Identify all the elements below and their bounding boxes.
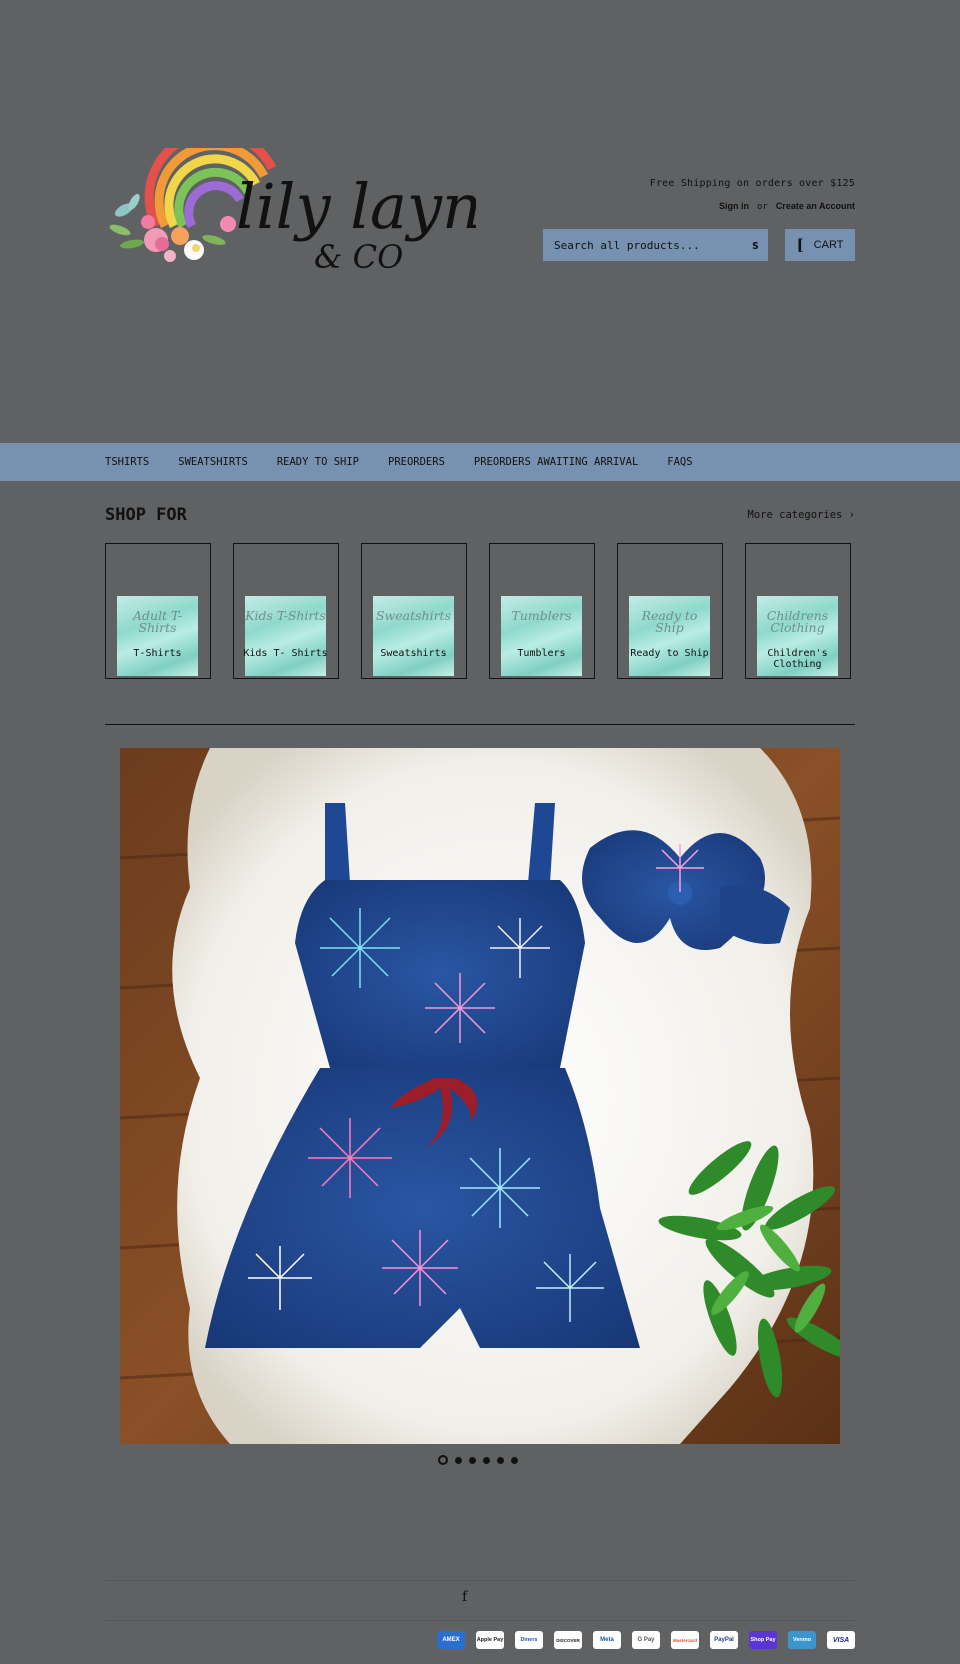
slideshow-dots	[438, 1455, 518, 1465]
category-image: Adult T-Shirts T-Shirts	[117, 596, 198, 676]
category-image: Childrens Clothing Children's Clothing	[757, 596, 838, 676]
category-image: Sweatshirts Sweatshirts	[373, 596, 454, 676]
brand-name: lily layne	[236, 170, 476, 243]
category-label: T-Shirts	[133, 648, 182, 659]
category-card-sweatshirts[interactable]: Sweatshirts Sweatshirts	[361, 543, 467, 679]
search-form: s	[543, 229, 768, 261]
category-image: Ready to Ship Ready to Ship	[629, 596, 710, 676]
venmo-icon: Venmo	[788, 1631, 816, 1649]
slide-dot[interactable]	[483, 1456, 490, 1464]
discover-icon: DISCOVER	[554, 1631, 582, 1649]
mastercard-icon: Mastercard	[671, 1631, 699, 1649]
slide-dot-active[interactable]	[438, 1455, 448, 1465]
category-image-text: Tumblers	[511, 608, 572, 623]
cart-icon: [	[796, 236, 804, 254]
slide-dot[interactable]	[511, 1456, 518, 1464]
category-card-kids-t-shirts[interactable]: Kids T-Shirts Kids T- Shirts	[233, 543, 339, 679]
category-label: Kids T- Shirts	[243, 648, 328, 659]
hero-slide-image[interactable]	[120, 748, 840, 1444]
create-account-link[interactable]: Create an Account	[776, 201, 855, 211]
footer-divider-top	[105, 1580, 855, 1581]
category-label: Sweatshirts	[380, 648, 447, 659]
category-label: Tumblers	[517, 648, 566, 659]
category-card-t-shirts[interactable]: Adult T-Shirts T-Shirts	[105, 543, 211, 679]
slide-dot[interactable]	[497, 1456, 504, 1464]
paypal-icon: PayPal	[710, 1631, 738, 1649]
category-image-text: Ready to Ship	[641, 608, 698, 635]
facebook-icon[interactable]: f	[462, 1589, 467, 1605]
nav-item-ready-to-ship[interactable]: READY TO SHIP	[277, 456, 359, 468]
brand-sub: & CO	[314, 238, 403, 276]
apple-pay-icon: Apple Pay	[476, 1631, 504, 1649]
category-grid: Adult T-Shirts T-Shirts Kids T-Shirts Ki…	[105, 543, 855, 679]
cart-button[interactable]: [ CART	[785, 229, 855, 261]
footer-divider-bottom	[105, 1620, 855, 1621]
search-input[interactable]	[552, 237, 736, 253]
category-image-text: Adult T-Shirts	[132, 608, 183, 635]
or-text: or	[756, 202, 768, 212]
nav-item-preorders[interactable]: PREORDERS	[388, 456, 445, 468]
header-account-area: Free Shipping on orders over $125 Sign i…	[650, 178, 855, 212]
category-label: Children's Clothing	[767, 648, 828, 670]
google-pay-icon: G Pay	[632, 1631, 660, 1649]
cart-label: CART	[813, 239, 844, 251]
nav-item-faqs[interactable]: FAQS	[667, 456, 692, 468]
search-button[interactable]: s	[752, 238, 759, 252]
nav-item-preorders-awaiting-arrival[interactable]: PREORDERS AWAITING ARRIVAL	[474, 456, 638, 468]
payment-icons: AMEX Apple Pay Diners DISCOVER Meta G Pa…	[437, 1631, 855, 1649]
category-card-childrens-clothing[interactable]: Childrens Clothing Children's Clothing	[745, 543, 851, 679]
slide-dot[interactable]	[469, 1456, 476, 1464]
nav-item-sweatshirts[interactable]: SWEATSHIRTS	[178, 456, 248, 468]
category-image-text: Kids T-Shirts	[245, 608, 326, 623]
account-links: Sign in or Create an Account	[650, 201, 855, 212]
slide-dot[interactable]	[455, 1456, 462, 1464]
meta-pay-icon: Meta	[593, 1631, 621, 1649]
main-nav: TSHIRTS SWEATSHIRTS READY TO SHIP PREORD…	[0, 443, 960, 481]
nav-item-tshirts[interactable]: TSHIRTS	[105, 456, 149, 468]
brand-logo[interactable]: lily layne & CO	[104, 127, 519, 278]
more-categories-link[interactable]: More categories ›	[748, 509, 855, 521]
category-card-ready-to-ship[interactable]: Ready to Ship Ready to Ship	[617, 543, 723, 679]
section-divider	[105, 724, 855, 725]
category-card-tumblers[interactable]: Tumblers Tumblers	[489, 543, 595, 679]
shop-for-title: SHOP FOR	[105, 505, 187, 525]
sign-in-link[interactable]: Sign in	[719, 201, 749, 211]
diners-club-icon: Diners	[515, 1631, 543, 1649]
free-shipping-banner: Free Shipping on orders over $125	[649, 178, 855, 189]
category-image: Kids T-Shirts Kids T- Shirts	[243, 596, 328, 676]
category-image: Tumblers Tumblers	[501, 596, 582, 676]
shop-pay-icon: Shop Pay	[749, 1631, 777, 1649]
visa-icon: VISA	[827, 1631, 855, 1649]
category-image-text: Sweatshirts	[375, 608, 451, 623]
amex-icon: AMEX	[437, 1631, 465, 1649]
category-image-text: Childrens Clothing	[766, 608, 829, 635]
category-label: Ready to Ship	[630, 648, 709, 659]
